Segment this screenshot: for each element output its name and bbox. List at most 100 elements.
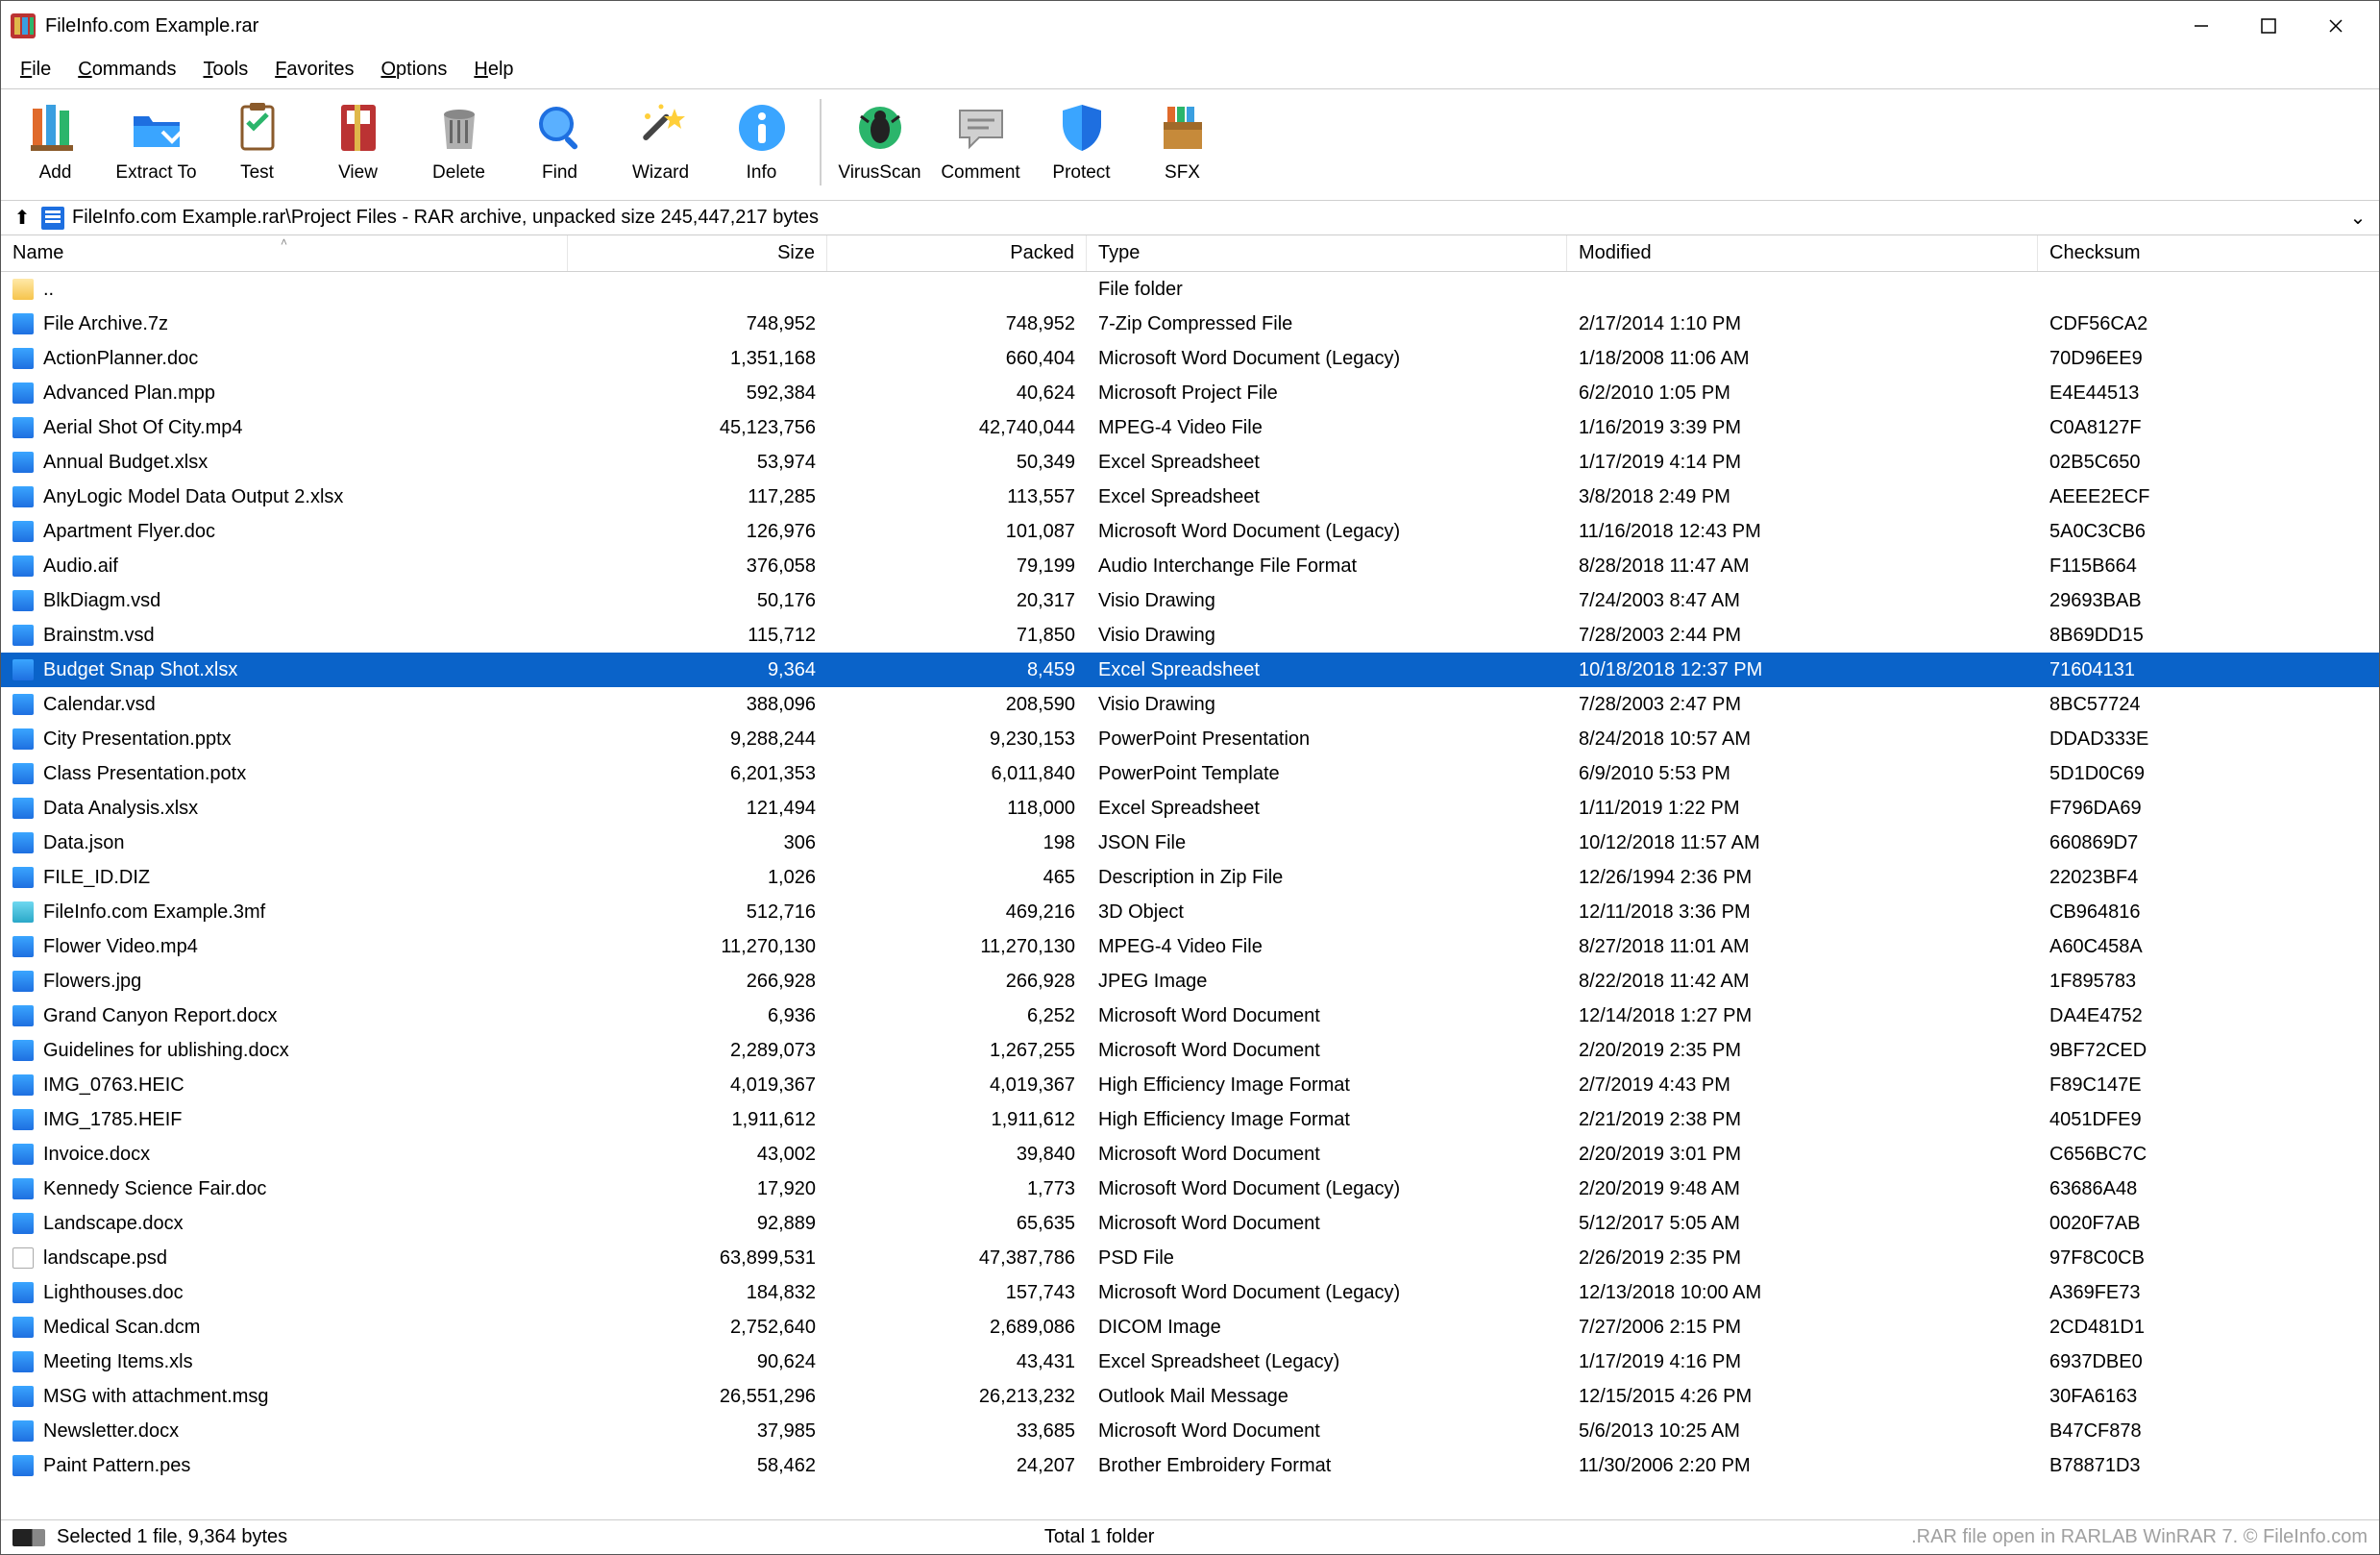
file-row[interactable]: FileInfo.com Example.3mf512,716469,2163D… (1, 895, 2379, 929)
file-checksum: 97F8C0CB (2038, 1247, 2379, 1270)
file-row[interactable]: IMG_1785.HEIF1,911,6121,911,612High Effi… (1, 1102, 2379, 1137)
file-row[interactable]: Calendar.vsd388,096208,590Visio Drawing7… (1, 687, 2379, 722)
menu-help[interactable]: Help (460, 53, 527, 86)
file-type: Microsoft Word Document (1087, 1005, 1567, 1027)
file-row[interactable]: Invoice.docx43,00239,840Microsoft Word D… (1, 1137, 2379, 1172)
file-checksum: 30FA6163 (2038, 1386, 2379, 1408)
close-button[interactable] (2302, 7, 2369, 45)
comment-button[interactable]: Comment (930, 93, 1031, 184)
file-row[interactable]: BlkDiagm.vsd50,17620,317Visio Drawing7/2… (1, 583, 2379, 618)
file-row[interactable]: Grand Canyon Report.docx6,9366,252Micros… (1, 999, 2379, 1033)
file-row[interactable]: MSG with attachment.msg26,551,29626,213,… (1, 1379, 2379, 1414)
find-button[interactable]: Find (509, 93, 610, 184)
col-checksum[interactable]: Checksum (2038, 235, 2379, 271)
file-row[interactable]: IMG_0763.HEIC4,019,3674,019,367High Effi… (1, 1068, 2379, 1102)
file-checksum: 9BF72CED (2038, 1040, 2379, 1062)
file-name: Medical Scan.dcm (43, 1317, 200, 1339)
view-button[interactable]: View (307, 93, 408, 184)
delete-button[interactable]: Delete (408, 93, 509, 184)
file-row[interactable]: Advanced Plan.mpp592,38440,624Microsoft … (1, 376, 2379, 410)
file-modified: 7/24/2003 8:47 AM (1567, 590, 2038, 612)
virusscan-icon (851, 99, 909, 157)
file-row[interactable]: Flowers.jpg266,928266,928JPEG Image8/22/… (1, 964, 2379, 999)
file-packed: 469,216 (827, 901, 1087, 924)
extract-button[interactable]: Extract To (106, 93, 207, 184)
file-row[interactable]: Guidelines for ublishing.docx2,289,0731,… (1, 1033, 2379, 1068)
file-row[interactable]: FILE_ID.DIZ1,026465Description in Zip Fi… (1, 860, 2379, 895)
file-row[interactable]: Paint Pattern.pes58,46224,207Brother Emb… (1, 1448, 2379, 1483)
file-size: 11,270,130 (568, 936, 827, 958)
file-type: High Efficiency Image Format (1087, 1074, 1567, 1097)
col-packed[interactable]: Packed (827, 235, 1087, 271)
minimize-button[interactable] (2168, 7, 2235, 45)
sfx-button[interactable]: SFX (1132, 93, 1233, 184)
file-row[interactable]: Flower Video.mp411,270,13011,270,130MPEG… (1, 929, 2379, 964)
sfx-icon (1154, 99, 1212, 157)
file-row[interactable]: Newsletter.docx37,98533,685Microsoft Wor… (1, 1414, 2379, 1448)
file-row[interactable]: City Presentation.pptx9,288,2449,230,153… (1, 722, 2379, 756)
file-name: Kennedy Science Fair.doc (43, 1178, 266, 1200)
file-list[interactable]: ..File folderFile Archive.7z748,952748,9… (1, 272, 2379, 1519)
virusscan-button[interactable]: VirusScan (829, 93, 930, 184)
file-row[interactable]: Medical Scan.dcm2,752,6402,689,086DICOM … (1, 1310, 2379, 1345)
file-modified: 7/28/2003 2:47 PM (1567, 694, 2038, 716)
file-checksum: B47CF878 (2038, 1420, 2379, 1443)
col-name[interactable]: ˄ Name (1, 235, 568, 271)
file-row[interactable]: ActionPlanner.doc1,351,168660,404Microso… (1, 341, 2379, 376)
toolbar-label: Add (39, 162, 72, 184)
window-title: FileInfo.com Example.rar (45, 15, 2168, 37)
maximize-button[interactable] (2235, 7, 2302, 45)
view-icon (330, 99, 387, 157)
col-type[interactable]: Type (1087, 235, 1567, 271)
info-button[interactable]: Info (711, 93, 812, 184)
test-button[interactable]: Test (207, 93, 307, 184)
file-row[interactable]: Data.json306198JSON File10/12/2018 11:57… (1, 826, 2379, 860)
file-row[interactable]: Brainstm.vsd115,71271,850Visio Drawing7/… (1, 618, 2379, 653)
file-row[interactable]: Audio.aif376,05879,199Audio Interchange … (1, 549, 2379, 583)
file-row[interactable]: ..File folder (1, 272, 2379, 307)
file-row[interactable]: Annual Budget.xlsx53,97450,349Excel Spre… (1, 445, 2379, 480)
file-checksum: DDAD333E (2038, 728, 2379, 751)
file-row[interactable]: Budget Snap Shot.xlsx9,3648,459Excel Spr… (1, 653, 2379, 687)
file-row[interactable]: Class Presentation.potx6,201,3536,011,84… (1, 756, 2379, 791)
file-size: 121,494 (568, 798, 827, 820)
file-modified: 2/26/2019 2:35 PM (1567, 1247, 2038, 1270)
add-button[interactable]: Add (5, 93, 106, 184)
delete-icon (430, 99, 488, 157)
menu-tools[interactable]: Tools (190, 53, 262, 86)
file-row[interactable]: Kennedy Science Fair.doc17,9201,773Micro… (1, 1172, 2379, 1206)
file-modified: 2/21/2019 2:38 PM (1567, 1109, 2038, 1131)
file-icon (12, 1144, 34, 1165)
file-checksum: 5D1D0C69 (2038, 763, 2379, 785)
file-row[interactable]: Apartment Flyer.doc126,976101,087Microso… (1, 514, 2379, 549)
up-button[interactable]: ⬆ (11, 206, 34, 230)
file-name: MSG with attachment.msg (43, 1386, 269, 1408)
menu-options[interactable]: Options (367, 53, 460, 86)
file-packed: 43,431 (827, 1351, 1087, 1373)
file-row[interactable]: Aerial Shot Of City.mp445,123,75642,740,… (1, 410, 2379, 445)
file-type: Microsoft Word Document (Legacy) (1087, 1178, 1567, 1200)
file-name: Data.json (43, 832, 125, 854)
menu-commands[interactable]: Commands (64, 53, 189, 86)
file-row[interactable]: Data Analysis.xlsx121,494118,000Excel Sp… (1, 791, 2379, 826)
file-row[interactable]: Meeting Items.xls90,62443,431Excel Sprea… (1, 1345, 2379, 1379)
file-row[interactable]: AnyLogic Model Data Output 2.xlsx117,285… (1, 480, 2379, 514)
protect-button[interactable]: Protect (1031, 93, 1132, 184)
file-modified: 1/11/2019 1:22 PM (1567, 798, 2038, 820)
col-size[interactable]: Size (568, 235, 827, 271)
file-row[interactable]: Landscape.docx92,88965,635Microsoft Word… (1, 1206, 2379, 1241)
address-dropdown[interactable]: ⌄ (2346, 206, 2369, 230)
menu-favorites[interactable]: Favorites (261, 53, 367, 86)
file-packed: 65,635 (827, 1213, 1087, 1235)
menu-file[interactable]: File (7, 53, 64, 86)
col-modified[interactable]: Modified (1567, 235, 2038, 271)
file-row[interactable]: Lighthouses.doc184,832157,743Microsoft W… (1, 1275, 2379, 1310)
file-row[interactable]: landscape.psd63,899,53147,387,786PSD Fil… (1, 1241, 2379, 1275)
address-path[interactable]: FileInfo.com Example.rar\Project Files -… (72, 207, 2346, 229)
file-icon (12, 625, 34, 646)
wizard-button[interactable]: Wizard (610, 93, 711, 184)
file-size: 126,976 (568, 521, 827, 543)
file-type: Microsoft Project File (1087, 383, 1567, 405)
file-row[interactable]: File Archive.7z748,952748,9527-Zip Compr… (1, 307, 2379, 341)
toolbar-label: VirusScan (838, 162, 920, 184)
